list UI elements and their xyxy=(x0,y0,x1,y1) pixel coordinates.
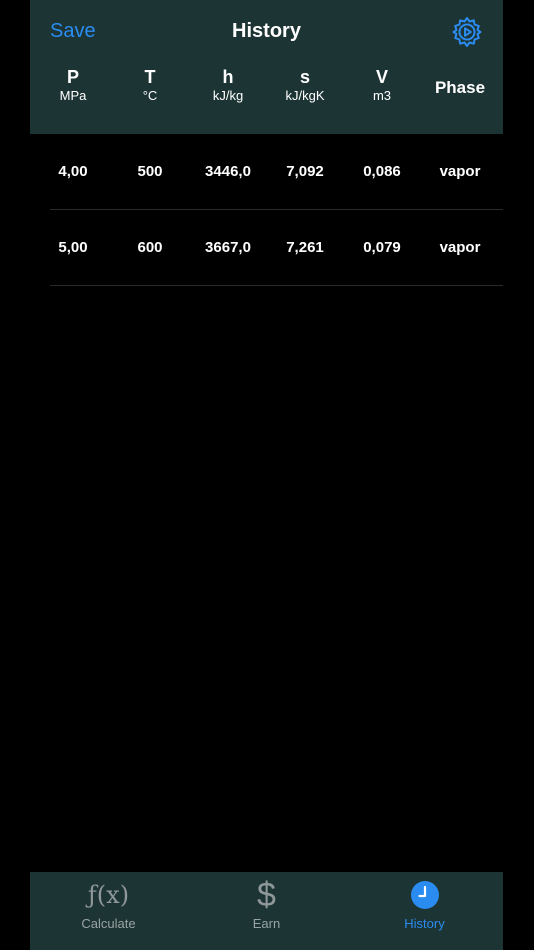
cell-pressure: 4,00 xyxy=(58,163,88,180)
cell-volume: 0,079 xyxy=(363,239,401,256)
cell-phase: vapor xyxy=(439,239,481,256)
column-header-entropy: s kJ/kgK xyxy=(266,66,344,104)
dollar-icon: $ xyxy=(188,878,345,912)
header: Save History P MPa T °C h kJ/kg s kJ/kgK… xyxy=(30,0,503,134)
column-unit: MPa xyxy=(59,88,87,103)
dollar-glyph: $ xyxy=(257,876,276,914)
history-table: 4,00 500 3446,0 7,092 0,086 vapor 5,00 6… xyxy=(30,134,503,286)
column-symbol: h xyxy=(222,67,234,87)
column-header-enthalpy: h kJ/kg xyxy=(189,66,267,104)
tab-calculate[interactable]: ƒ(x) Calculate xyxy=(30,872,187,950)
column-symbol: P xyxy=(66,67,79,87)
column-symbol: s xyxy=(299,67,310,87)
tab-label: History xyxy=(404,916,445,931)
tab-history[interactable]: History xyxy=(346,872,503,950)
column-header-pressure: P MPa xyxy=(34,66,112,104)
column-unit: kJ/kgK xyxy=(285,88,325,103)
column-unit: m3 xyxy=(372,88,392,103)
tab-label: Calculate xyxy=(81,916,136,931)
tab-bar: ƒ(x) Calculate $ Earn History xyxy=(30,872,503,950)
column-header-phase: Phase xyxy=(421,66,499,99)
cell-enthalpy: 3667,0 xyxy=(205,239,251,256)
table-row[interactable]: 4,00 500 3446,0 7,092 0,086 vapor xyxy=(50,134,503,210)
column-unit: °C xyxy=(142,88,158,103)
cell-enthalpy: 3446,0 xyxy=(205,163,251,180)
settings-gear-icon[interactable] xyxy=(451,16,483,48)
column-header-volume: V m3 xyxy=(343,66,421,104)
column-symbol: T xyxy=(144,67,156,87)
tab-label: Earn xyxy=(252,916,281,931)
column-symbol: Phase xyxy=(434,78,486,97)
cell-temperature: 500 xyxy=(137,163,163,180)
cell-entropy: 7,092 xyxy=(286,163,324,180)
column-unit: kJ/kg xyxy=(212,88,244,103)
cell-phase: vapor xyxy=(439,163,481,180)
cell-pressure: 5,00 xyxy=(58,239,88,256)
table-row[interactable]: 5,00 600 3667,0 7,261 0,079 vapor xyxy=(50,210,503,286)
cell-entropy: 7,261 xyxy=(286,239,324,256)
function-icon: ƒ(x) xyxy=(30,878,187,912)
column-header-temperature: T °C xyxy=(111,66,189,104)
page-title: History xyxy=(232,20,301,42)
clock-icon xyxy=(346,878,503,912)
cell-temperature: 600 xyxy=(137,239,163,256)
column-symbol: V xyxy=(375,67,388,87)
tab-earn[interactable]: $ Earn xyxy=(188,872,345,950)
app-screen: Save History P MPa T °C h kJ/kg s kJ/kgK… xyxy=(30,0,503,950)
cell-volume: 0,086 xyxy=(363,163,401,180)
function-glyph: ƒ(x) xyxy=(87,881,130,909)
